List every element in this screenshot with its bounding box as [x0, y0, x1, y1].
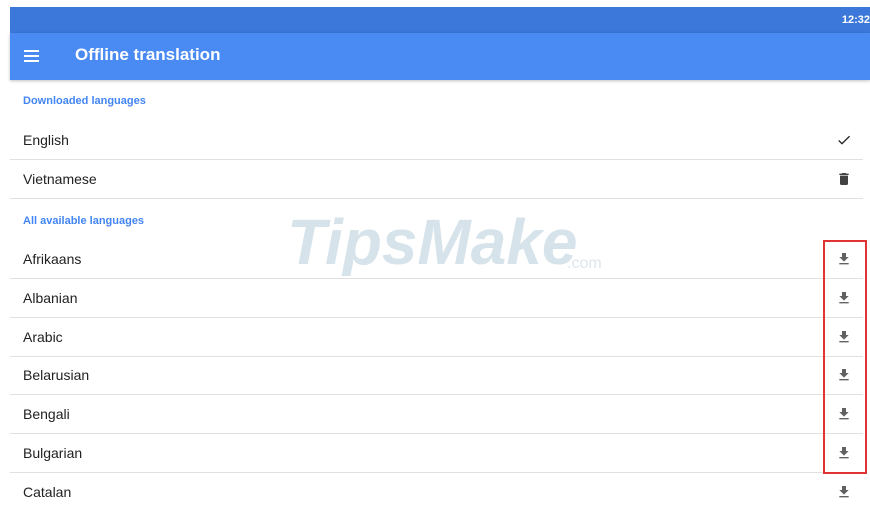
- available-section-header: All available languages: [23, 215, 145, 227]
- language-label: Catalan: [23, 484, 72, 500]
- list-item-bengali[interactable]: Bengali: [10, 395, 863, 434]
- page-title: Offline translation: [75, 45, 221, 64]
- list-item-bulgarian[interactable]: Bulgarian: [10, 434, 863, 473]
- list-item-arabic[interactable]: Arabic: [10, 318, 863, 357]
- list-item-afrikaans[interactable]: Afrikaans: [10, 240, 863, 279]
- language-label: English: [23, 132, 69, 148]
- list-item-english[interactable]: English: [10, 121, 863, 160]
- language-list: Downloaded languages English Vietnamese …: [10, 80, 870, 500]
- download-icon[interactable]: [836, 484, 852, 500]
- downloaded-section-header: Downloaded languages: [23, 95, 146, 107]
- language-label: Afrikaans: [23, 251, 82, 267]
- language-label: Albanian: [23, 290, 78, 306]
- language-label: Bulgarian: [23, 445, 83, 461]
- check-icon: [836, 132, 852, 148]
- delete-icon[interactable]: [836, 171, 852, 187]
- status-bar: 12:32: [10, 7, 870, 33]
- app-bar: Offline translation: [10, 33, 870, 80]
- list-item-vietnamese[interactable]: Vietnamese: [10, 160, 863, 199]
- status-time: 12:32: [841, 14, 870, 26]
- menu-icon[interactable]: [24, 50, 39, 63]
- list-item-catalan[interactable]: Catalan: [10, 473, 863, 511]
- list-item-belarusian[interactable]: Belarusian: [10, 356, 863, 395]
- language-label: Bengali: [23, 406, 70, 422]
- language-label: Arabic: [23, 329, 63, 345]
- language-label: Belarusian: [23, 367, 90, 383]
- highlight-box: [823, 240, 867, 474]
- list-item-albanian[interactable]: Albanian: [10, 279, 863, 318]
- language-label: Vietnamese: [23, 171, 97, 187]
